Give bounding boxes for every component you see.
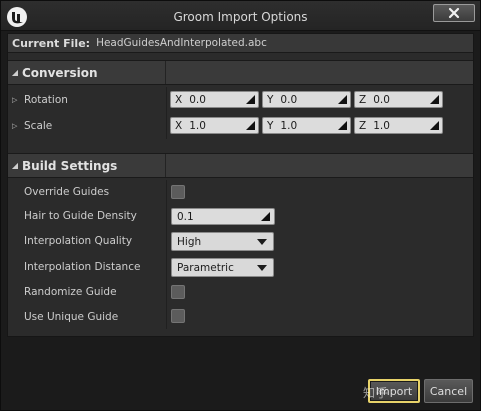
- column-divider: [166, 228, 167, 254]
- column-divider: [166, 113, 167, 139]
- scale-z-value: 1.0: [373, 119, 390, 132]
- axis-z-label: Z: [359, 93, 367, 106]
- rotation-label: Rotation: [24, 94, 68, 106]
- interp-distance-value: Parametric: [177, 261, 234, 274]
- axis-y-label: Y: [267, 119, 274, 132]
- scale-x-value: 1.0: [189, 119, 206, 132]
- rotation-z-value: 0.0: [373, 93, 390, 106]
- prop-interp-distance: Interpolation Distance Parametric: [8, 254, 473, 280]
- drag-handle-icon[interactable]: [338, 121, 347, 130]
- current-file-row: Current File: HeadGuidesAndInterpolated.…: [8, 34, 473, 53]
- prop-scale-name: ▷ Scale: [12, 113, 52, 139]
- rotation-y-field[interactable]: Y 0.0: [262, 91, 351, 108]
- chevron-down-icon: [257, 239, 267, 245]
- groom-import-dialog: Groom Import Options Current File: HeadG…: [0, 0, 481, 411]
- details-panel: Current File: HeadGuidesAndInterpolated.…: [7, 33, 474, 337]
- window-title: Groom Import Options: [173, 10, 308, 24]
- section-build-settings-label: Build Settings: [22, 158, 118, 173]
- collapse-arrow-icon: ◢: [11, 68, 19, 77]
- chevron-down-icon: [257, 265, 267, 271]
- override-guides-label: Override Guides: [24, 186, 110, 198]
- section-conversion[interactable]: ◢ Conversion: [8, 60, 473, 85]
- collapse-arrow-icon: ◢: [11, 161, 19, 170]
- close-button[interactable]: [433, 4, 475, 22]
- prop-rotation: ▷ Rotation X 0.0 Y 0.0 Z 0.0: [8, 87, 473, 113]
- randomize-guide-checkbox[interactable]: [171, 285, 185, 299]
- column-divider: [166, 180, 167, 204]
- interp-quality-label: Interpolation Quality: [24, 235, 133, 247]
- scale-x-field[interactable]: X 1.0: [170, 117, 259, 134]
- axis-z-label: Z: [359, 119, 367, 132]
- axis-x-label: X: [175, 93, 183, 106]
- cancel-button[interactable]: Cancel: [424, 379, 473, 403]
- section-build-settings[interactable]: ◢ Build Settings: [8, 153, 473, 178]
- rotation-z-field[interactable]: Z 0.0: [354, 91, 443, 108]
- interp-distance-dropdown[interactable]: Parametric: [171, 258, 274, 277]
- prop-randomize-guide: Randomize Guide: [8, 280, 473, 304]
- drag-handle-icon[interactable]: [246, 121, 255, 130]
- scale-label: Scale: [24, 120, 53, 132]
- axis-y-label: Y: [267, 93, 274, 106]
- watermark: 知乎: [363, 386, 390, 400]
- interp-quality-value: High: [177, 235, 202, 248]
- column-divider: [166, 87, 167, 113]
- hair-density-label: Hair to Guide Density: [24, 210, 137, 222]
- scale-y-value: 1.0: [280, 119, 298, 132]
- axis-x-label: X: [175, 119, 183, 132]
- override-guides-checkbox[interactable]: [171, 185, 185, 199]
- prop-scale: ▷ Scale X 1.0 Y 1.0 Z 1.0: [8, 113, 473, 139]
- randomize-guide-label: Randomize Guide: [24, 286, 117, 298]
- rotation-x-value: 0.0: [189, 93, 206, 106]
- column-divider: [166, 204, 167, 228]
- prop-override-guides: Override Guides: [8, 180, 473, 204]
- drag-handle-icon[interactable]: [261, 212, 270, 221]
- hair-density-field[interactable]: 0.1: [171, 208, 275, 225]
- column-divider: [166, 254, 167, 280]
- drag-handle-icon[interactable]: [430, 121, 439, 130]
- prop-rotation-name: ▷ Rotation: [12, 87, 68, 113]
- column-divider: [166, 304, 167, 329]
- expand-arrow-icon[interactable]: ▷: [12, 96, 24, 104]
- scale-z-field[interactable]: Z 1.0: [354, 117, 443, 134]
- unique-guide-label: Use Unique Guide: [24, 310, 119, 323]
- interp-quality-dropdown[interactable]: High: [171, 232, 274, 251]
- prop-unique-guide: Use Unique Guide: [8, 304, 473, 329]
- prop-interp-quality: Interpolation Quality High: [8, 228, 473, 254]
- hair-density-value: 0.1: [177, 210, 194, 223]
- expand-arrow-icon[interactable]: ▷: [12, 122, 24, 130]
- section-conversion-label: Conversion: [22, 65, 98, 80]
- prop-hair-density: Hair to Guide Density 0.1: [8, 204, 473, 228]
- column-divider: [166, 280, 167, 304]
- interp-distance-label: Interpolation Distance: [24, 261, 141, 273]
- column-divider: [165, 154, 166, 177]
- scale-y-field[interactable]: Y 1.0: [262, 117, 351, 134]
- unique-guide-checkbox[interactable]: [171, 309, 185, 323]
- drag-handle-icon[interactable]: [430, 95, 439, 104]
- current-file-name: HeadGuidesAndInterpolated.abc: [96, 37, 267, 49]
- rotation-x-field[interactable]: X 0.0: [170, 91, 259, 108]
- column-divider: [165, 61, 166, 84]
- current-file-label: Current File:: [12, 36, 91, 50]
- rotation-y-value: 0.0: [280, 93, 298, 106]
- close-icon: [448, 7, 460, 19]
- drag-handle-icon[interactable]: [338, 95, 347, 104]
- title-bar[interactable]: Groom Import Options: [1, 1, 480, 31]
- drag-handle-icon[interactable]: [246, 95, 255, 104]
